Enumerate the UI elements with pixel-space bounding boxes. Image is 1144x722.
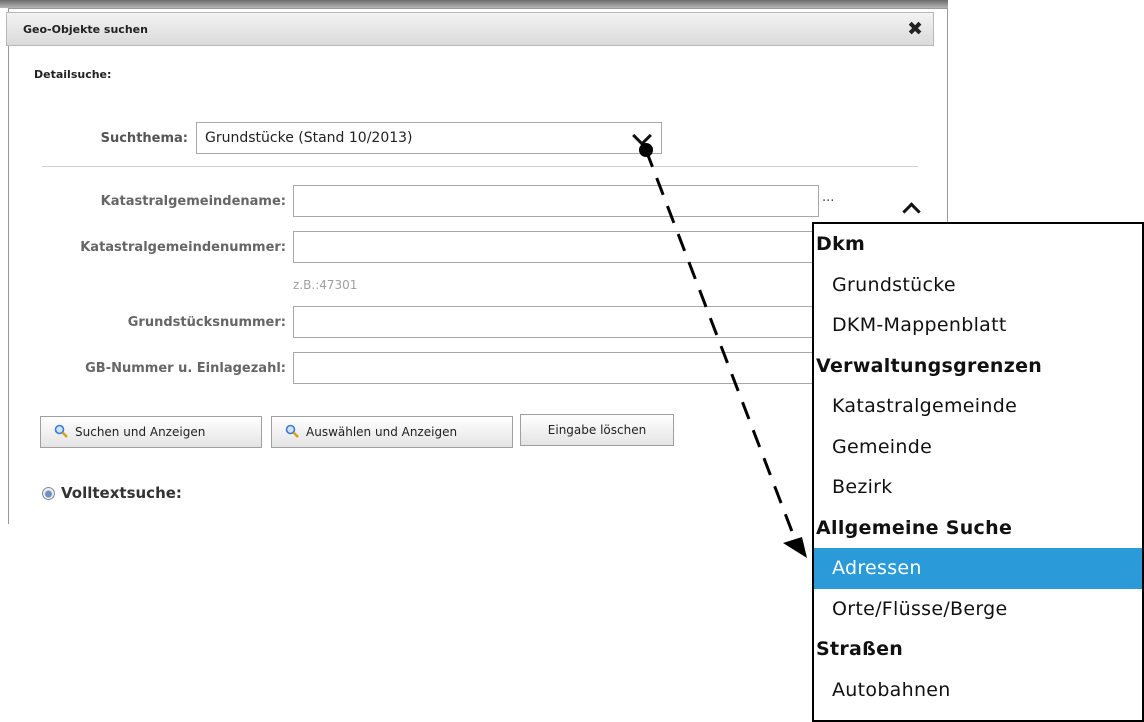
dropdown-group-dkm: Dkm (816, 233, 866, 255)
dropdown-option-bezirk[interactable]: Bezirk (814, 467, 1142, 508)
dropdown-option-orte-fluesse-berge[interactable]: Orte/Flüsse/Berge (814, 589, 1142, 630)
suchthema-dropdown-list: Dkm Grundstücke DKM-Mappenblatt Verwaltu… (812, 222, 1144, 722)
dropdown-group-allgemeine-suche: Allgemeine Suche (816, 516, 1013, 539)
dropdown-option-grundstuecke[interactable]: Grundstücke (814, 265, 1142, 306)
dropdown-option-gemeinde[interactable]: Gemeinde (814, 427, 1142, 468)
dropdown-option-adressen[interactable]: Adressen (814, 548, 1142, 589)
dropdown-option-katastralgemeinde[interactable]: Katastralgemeinde (814, 386, 1142, 427)
dropdown-option-autobahnen[interactable]: Autobahnen (814, 670, 1142, 711)
dropdown-group-strassen: Straßen (816, 638, 904, 660)
dropdown-option-dkm-mappenblatt[interactable]: DKM-Mappenblatt (814, 305, 1142, 346)
arrow-head (783, 537, 807, 558)
dropdown-option-landesstrassen[interactable]: Landestraßen B & L (814, 710, 1142, 720)
arrow-line (644, 149, 798, 543)
dropdown-group-verwaltungsgrenzen: Verwaltungsgrenzen (816, 354, 1043, 377)
